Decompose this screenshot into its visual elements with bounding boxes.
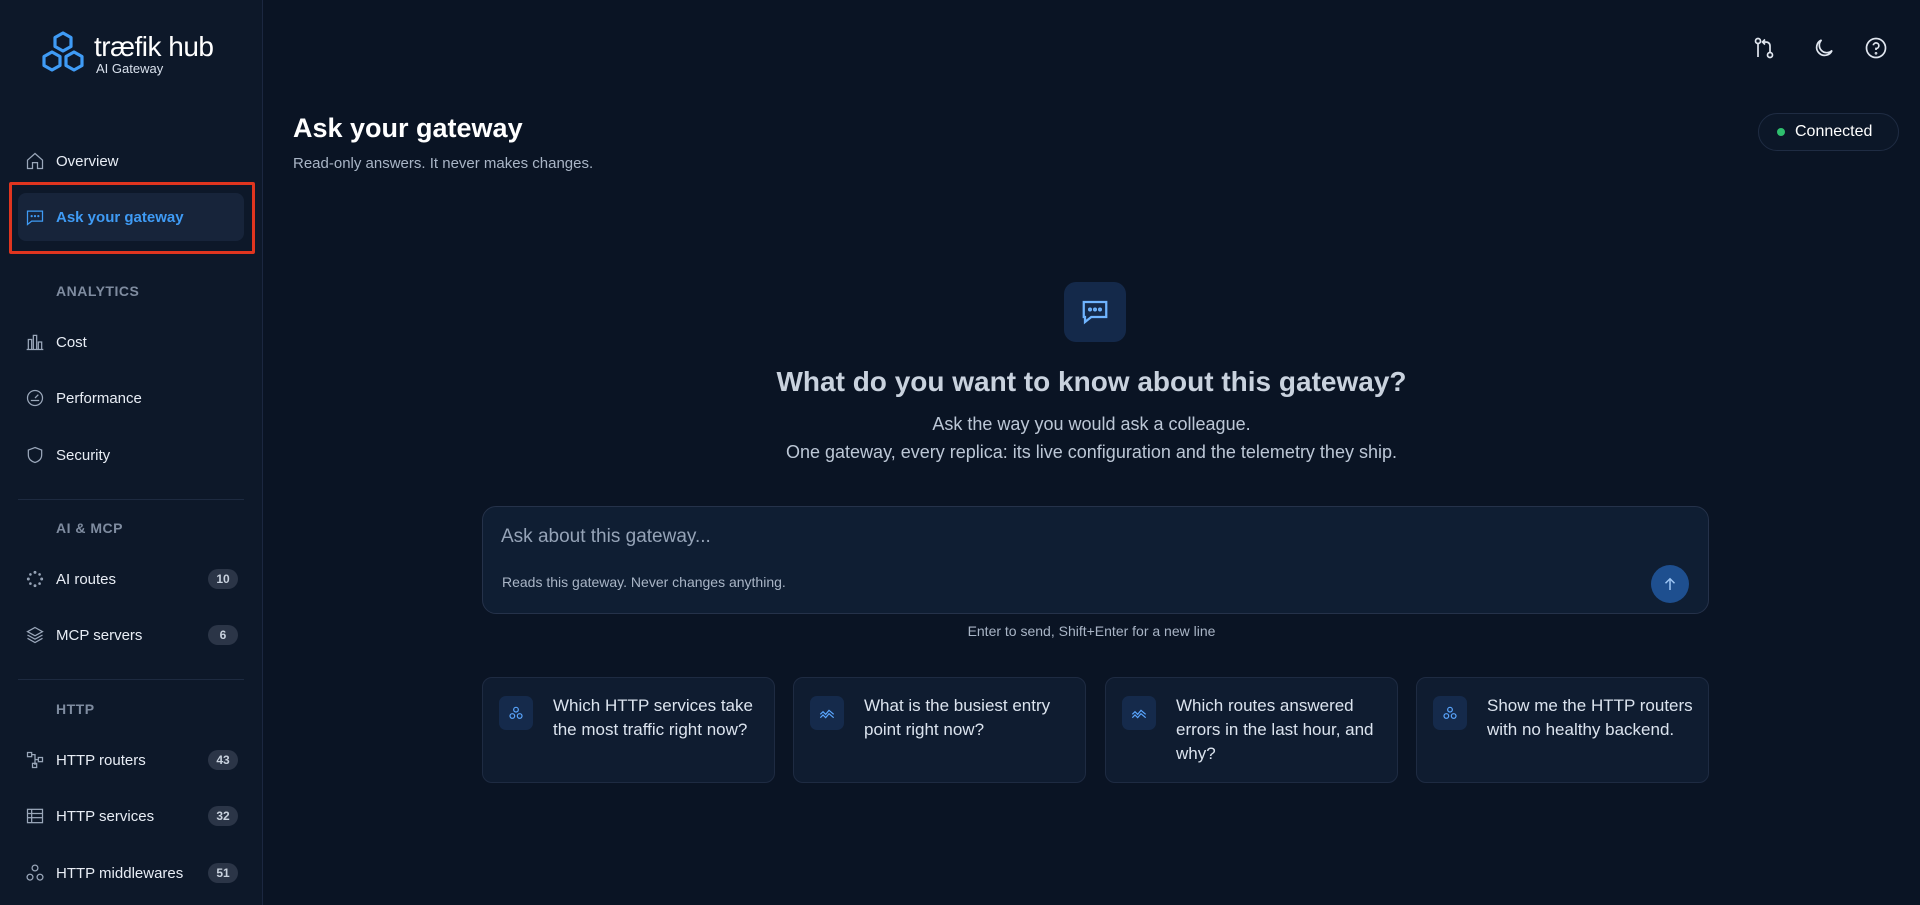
bar-chart-icon (25, 332, 45, 352)
sidebar-item-label: AI routes (56, 570, 117, 588)
sidebar-item-http-middlewares[interactable]: HTTP middlewares 51 (18, 849, 244, 897)
home-icon (25, 151, 45, 171)
activity-icon (810, 696, 844, 730)
sidebar-item-ai-routes[interactable]: AI routes 10 (18, 555, 244, 603)
suggestion-text: Which routes answered errors in the last… (1176, 696, 1374, 763)
suggestion-text: Show me the HTTP routers with no healthy… (1487, 696, 1693, 739)
page-subtitle: Read-only answers. It never makes change… (293, 155, 594, 172)
chat-icon (25, 207, 45, 227)
sidebar-item-ask-your-gateway[interactable]: Ask your gateway (18, 193, 244, 241)
help-icon[interactable] (1862, 34, 1890, 62)
sidebar-item-performance[interactable]: Performance (18, 374, 244, 422)
suggestion-text: Which HTTP services take the most traffi… (553, 696, 753, 739)
arrow-up-icon (1664, 577, 1676, 590)
read-only-hint: Reads this gateway. Never changes anythi… (502, 574, 786, 590)
section-header-analytics: ANALYTICS (56, 283, 140, 299)
section-header-ai-mcp: AI & MCP (56, 520, 123, 536)
sidebar-item-label: HTTP middlewares (56, 864, 184, 882)
sidebar-item-label: MCP servers (56, 626, 143, 644)
sidebar-item-label: Cost (56, 333, 87, 351)
suggestion-text: What is the busiest entry point right no… (864, 696, 1051, 739)
suggestion-card[interactable]: Show me the HTTP routers with no healthy… (1416, 677, 1709, 783)
status-label: Connected (1795, 123, 1873, 140)
count-badge: 51 (208, 863, 238, 883)
count-badge: 32 (208, 806, 238, 826)
suggestion-card[interactable]: Which routes answered errors in the last… (1105, 677, 1398, 783)
suggestion-card[interactable]: What is the busiest entry point right no… (793, 677, 1086, 783)
moon-icon[interactable] (1810, 34, 1838, 62)
sidebar-item-label: Ask your gateway (56, 208, 184, 226)
services-icon (499, 696, 533, 730)
services-icon (1433, 696, 1467, 730)
hero-description-line-1: Ask the way you would ask a colleague. (932, 414, 1251, 434)
traefik-hub-logo[interactable]: træfik hub AI Gateway (38, 30, 214, 78)
hero-description-line-2: One gateway, every replica: its live con… (786, 442, 1397, 462)
sidebar-item-mcp-servers[interactable]: MCP servers 6 (18, 611, 244, 659)
status-dot (1777, 128, 1785, 136)
connection-status-badge: Connected (1758, 113, 1899, 151)
sidebar-item-security[interactable]: Security (18, 431, 244, 479)
sidebar-item-label: Performance (56, 389, 142, 407)
brand-name: træfik hub (94, 31, 214, 62)
suggestion-card[interactable]: Which HTTP services take the most traffi… (482, 677, 775, 783)
brand-subtitle: AI Gateway (96, 61, 164, 76)
hero-heading: What do you want to know about this gate… (776, 366, 1407, 397)
sidebar-item-label: Security (56, 446, 111, 464)
page-title: Ask your gateway (293, 113, 523, 143)
chat-bubble-icon (1064, 282, 1126, 342)
sidebar-item-http-routers[interactable]: HTTP routers 43 (18, 736, 244, 784)
sidebar: træfik hub AI Gateway Overview Ask your … (0, 0, 263, 905)
sidebar-item-label: Overview (56, 152, 119, 170)
sidebar-item-label: HTTP services (56, 807, 155, 825)
count-badge: 43 (208, 750, 238, 770)
middleware-icon (25, 863, 45, 883)
shield-icon (25, 445, 45, 465)
git-compare-icon[interactable] (1750, 34, 1778, 62)
keyboard-hint: Enter to send, Shift+Enter for a new lin… (967, 623, 1216, 639)
sidebar-divider (18, 679, 244, 680)
hexagon-logo-icon (42, 31, 84, 72)
sparkle-dots-icon (25, 569, 45, 589)
list-icon (25, 806, 45, 826)
send-button[interactable] (1651, 565, 1689, 603)
section-header-http: HTTP (56, 701, 95, 717)
sidebar-item-cost[interactable]: Cost (18, 318, 244, 366)
ask-composer: Reads this gateway. Never changes anythi… (482, 506, 1709, 614)
router-icon (25, 750, 45, 770)
gauge-icon (25, 388, 45, 408)
sidebar-divider (18, 499, 244, 500)
layers-icon (25, 625, 45, 645)
activity-icon (1122, 696, 1156, 730)
sidebar-item-overview[interactable]: Overview (18, 137, 244, 185)
sidebar-item-label: HTTP routers (56, 751, 146, 769)
ask-input[interactable] (501, 523, 1501, 551)
count-badge: 10 (208, 569, 238, 589)
count-badge: 6 (208, 625, 238, 645)
sidebar-item-http-services[interactable]: HTTP services 32 (18, 792, 244, 840)
